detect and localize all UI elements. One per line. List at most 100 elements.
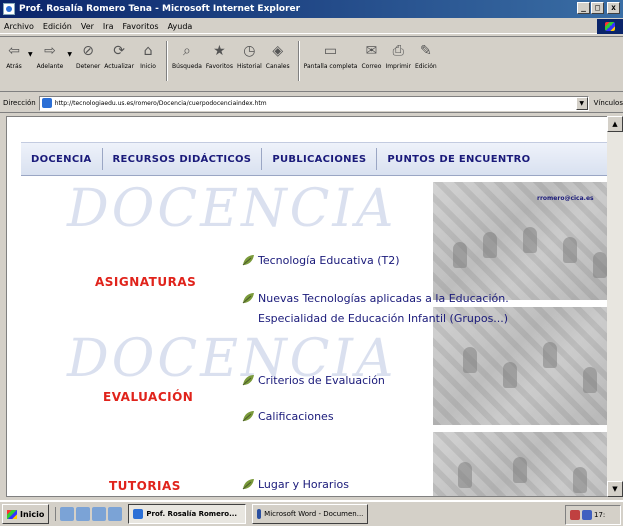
menu-ayuda[interactable]: Ayuda [168,22,193,31]
clock: 17: [594,511,606,519]
links-label[interactable]: Vínculos [594,99,623,107]
forward-arrow-icon: ⇨ [44,43,56,59]
search-icon: ⌕ [183,43,191,59]
toolbar-label: Búsqueda [172,63,202,70]
address-label: Dirección [3,99,36,107]
window-controls: _ □ x [577,2,620,14]
nav-docencia[interactable]: DOCENCIA [21,154,102,165]
mail-icon: ✉ [365,43,378,59]
toolbar-search-button[interactable]: ⌕ Búsqueda [172,41,202,87]
system-tray: 17: [565,505,621,525]
toolbar-label: Imprimir [385,63,411,70]
link-tecnologia-educativa[interactable]: Tecnología Educativa (T2) [241,251,400,271]
menu-ver[interactable]: Ver [81,22,94,31]
nav-recursos-didacticos[interactable]: RECURSOS DIDÁCTICOS [103,154,262,165]
email-link[interactable]: rromero@cica.es [537,195,594,202]
quick-launch-icon[interactable] [108,507,123,521]
dropdown-arrow-icon[interactable]: ▼ [67,51,72,58]
start-label: Inicio [20,509,45,519]
nav-publicaciones[interactable]: PUBLICACIONES [262,154,376,165]
toolbar-favorites-button[interactable]: ★ Favoritos [206,41,233,87]
stop-icon: ⊘ [82,43,94,59]
toolbar-label: Adelante [36,63,64,70]
toolbar-channels-button[interactable]: ◈ Canales [266,41,290,87]
toolbar-back-arrow-button[interactable]: ⇦ Atrás [4,41,24,87]
toolbar-print-button[interactable]: ⎙ Imprimir [385,41,411,87]
menu-archivo[interactable]: Archivo [4,22,34,31]
toolbar-edit-button[interactable]: ✎ Edición [415,41,437,87]
back-arrow-icon: ⇦ [8,43,20,59]
link-text[interactable]: Nuevas Tecnologías aplicadas a la Educac… [258,289,551,329]
maximize-button[interactable]: □ [591,2,604,14]
link-criterios-evaluacion[interactable]: Criterios de Evaluación [241,371,385,391]
link-nuevas-tecnologias[interactable]: Nuevas Tecnologías aplicadas a la Educac… [241,289,551,329]
toolbar-stop-button[interactable]: ⊘ Detener [76,41,100,87]
address-input[interactable]: http://tecnologiaedu.us.es/romero/Docenc… [38,95,589,111]
start-button[interactable]: Inicio [2,504,50,524]
taskbar: Inicio Prof. Rosalía Romero... Microsoft… [0,500,623,526]
quick-launch-icon[interactable] [92,507,107,521]
link-text[interactable]: Criterios de Evaluación [258,371,385,391]
windows-logo [597,19,623,34]
toolbar-label: Atrás [6,63,22,70]
address-value[interactable]: http://tecnologiaedu.us.es/romero/Docenc… [55,100,267,107]
fullscreen-icon: ▭ [323,43,338,59]
toolbar-label: Detener [75,63,101,70]
toolbar-label: Historial [236,63,262,70]
edit-icon: ✎ [419,43,432,59]
vertical-scrollbar[interactable]: ▲ ▼ [607,116,623,497]
quick-launch-icon[interactable] [60,507,75,521]
tray-icon[interactable] [570,510,580,520]
word-icon [257,509,262,519]
toolbar-label: Pantalla completa [303,63,358,70]
toolbar-fullscreen-button[interactable]: ▭ Pantalla completa [304,41,358,87]
toolbar-refresh-button[interactable]: ⟳ Actualizar [104,41,134,87]
toolbar-forward-arrow-button[interactable]: ⇨ Adelante [37,41,64,87]
address-bar: Dirección http://tecnologiaedu.us.es/rom… [0,94,623,113]
link-calificaciones[interactable]: Calificaciones [241,407,334,427]
dropdown-arrow-icon[interactable]: ▼ [28,51,33,58]
print-icon: ⎙ [392,43,404,59]
toolbar-label: Correo [361,63,382,70]
task-ie[interactable]: Prof. Rosalía Romero... [128,504,247,524]
refresh-icon: ⟳ [113,43,126,59]
task-word[interactable]: Microsoft Word - Documen... [252,504,369,524]
toolbar: ⇦ Atrás ▼ ⇨ Adelante ▼ ⊘ Detener ⟳ Actualizar ⌂ Ini… [0,36,623,92]
link-text[interactable]: Calificaciones [258,407,334,427]
menu-favoritos[interactable]: Favoritos [122,22,158,31]
minimize-button[interactable]: _ [577,2,590,14]
page-icon [41,98,52,108]
link-text[interactable]: Tecnología Educativa (T2) [258,251,400,271]
window-title-bar[interactable]: Prof. Rosalía Romero Tena - Microsoft In… [0,0,623,18]
history-icon: ◷ [243,43,256,59]
leaf-bullet-icon [242,375,254,386]
menu-ira[interactable]: Ira [103,22,114,31]
leaf-bullet-icon [242,479,254,490]
ie-icon [133,509,144,519]
toolbar-home-button[interactable]: ⌂ Inicio [138,41,158,87]
quick-launch-icon[interactable] [76,507,91,521]
toolbar-separator [166,41,169,81]
toolbar-label: Edición [414,63,437,70]
scroll-up-button[interactable]: ▲ [607,116,623,132]
link-lugar-horarios[interactable]: Lugar y Horarios [241,475,349,495]
scroll-down-button[interactable]: ▼ [607,481,623,497]
toolbar-separator [297,41,300,81]
ie-icon [3,3,15,15]
close-button[interactable]: x [607,2,620,14]
toolbar-history-button[interactable]: ◷ Historial [237,41,262,87]
address-dropdown-button[interactable]: ▼ [575,96,588,110]
tray-icon[interactable] [582,510,592,520]
link-text[interactable]: Lugar y Horarios [258,475,349,495]
section-title-tutorias: TUTORIAS [109,479,181,493]
leaf-bullet-icon [242,255,254,266]
channels-icon: ◈ [272,43,284,59]
toolbar-label: Inicio [140,63,156,70]
toolbar-mail-button[interactable]: ✉ Correo [361,41,381,87]
toolbar-label: Favoritos [205,63,233,70]
section-title-asignaturas: ASIGNATURAS [95,275,197,289]
menu-edicion[interactable]: Edición [43,22,72,31]
toolbar-label: Actualizar [104,63,135,70]
nav-puntos-de-encuentro[interactable]: PUNTOS DE ENCUENTRO [377,154,540,165]
task-label: Prof. Rosalía Romero... [146,510,238,518]
